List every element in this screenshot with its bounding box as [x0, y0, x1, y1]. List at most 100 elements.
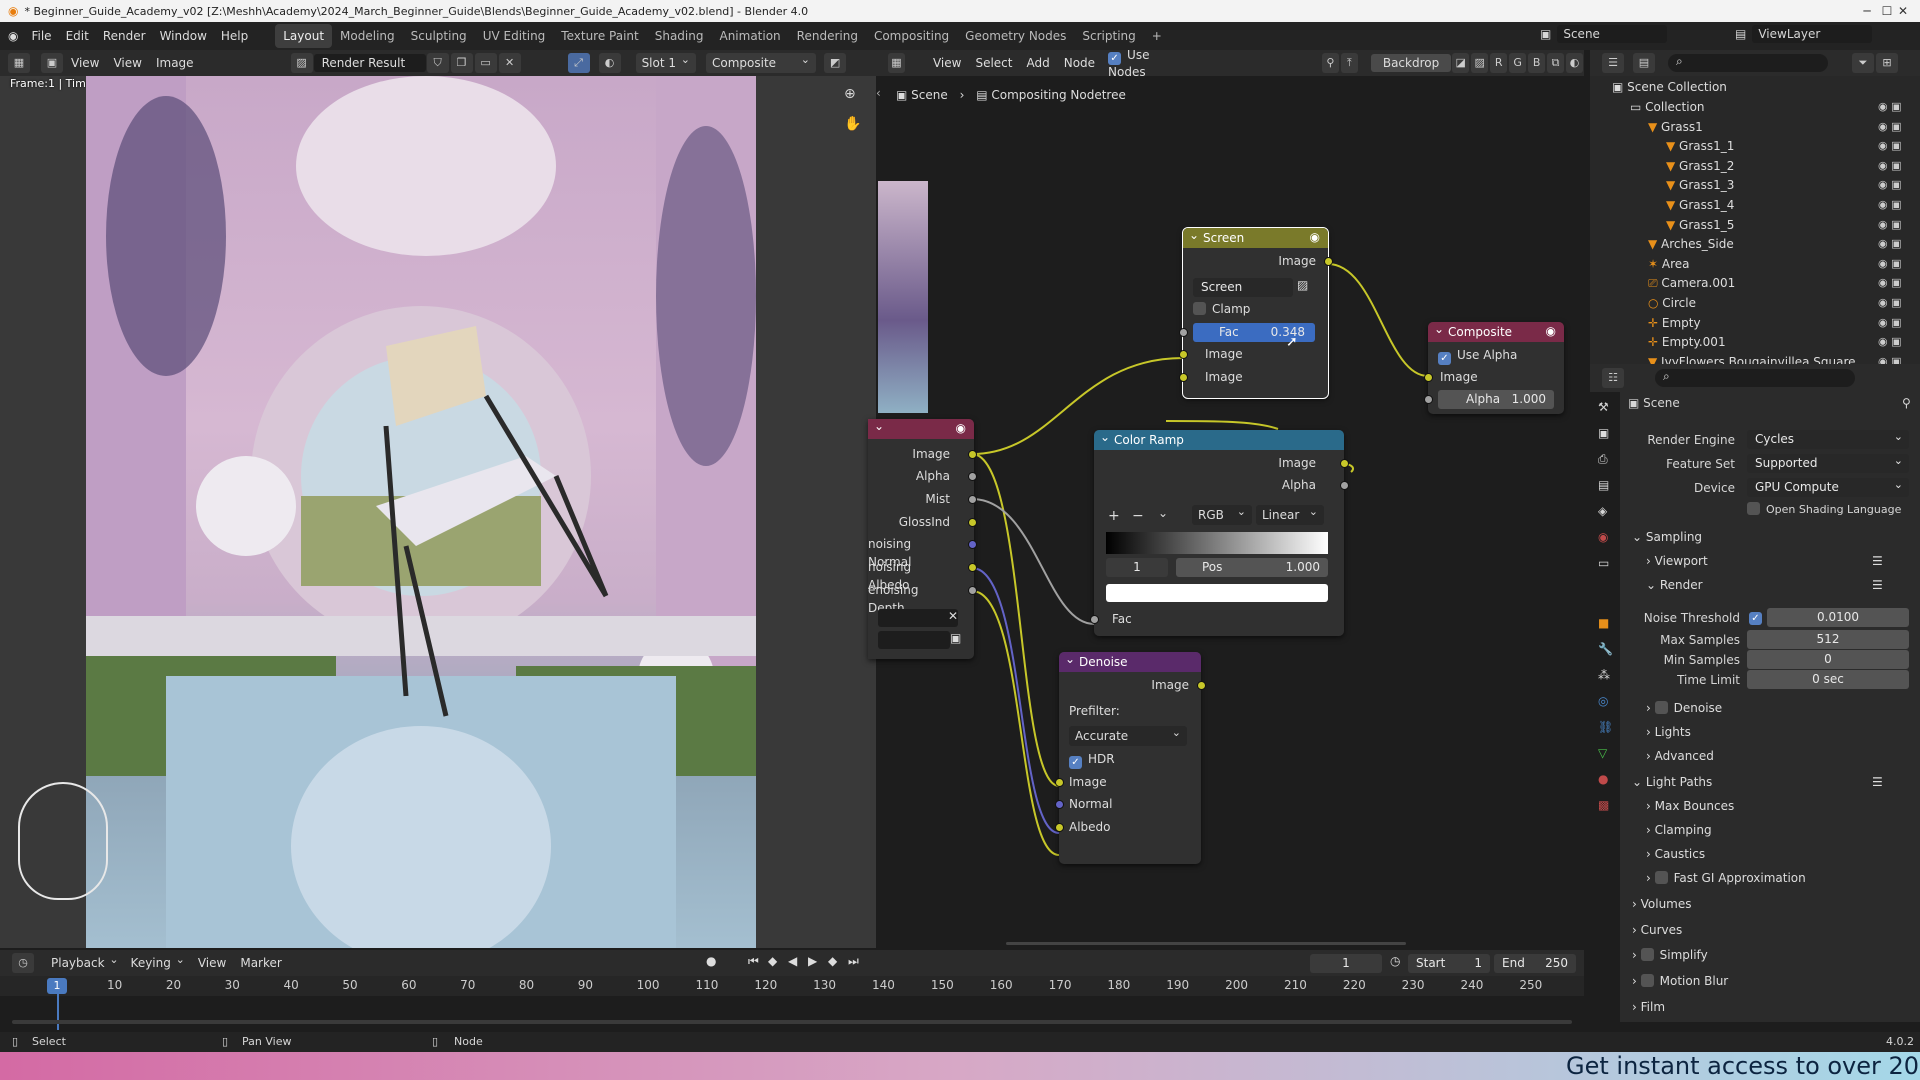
node-editor-scrollbar[interactable]: [1006, 942, 1406, 945]
visibility-eye-icon[interactable]: ◉ ▣: [1878, 257, 1902, 270]
socket[interactable]: [968, 540, 977, 549]
light-paths-panel[interactable]: ⌄ Light Paths: [1632, 775, 1712, 789]
socket[interactable]: [1324, 257, 1333, 266]
playback-menu[interactable]: Playback: [45, 950, 125, 973]
outliner-item[interactable]: ▭ Collection: [1630, 98, 1705, 116]
visibility-eye-icon[interactable]: ◉ ▣: [1878, 100, 1902, 113]
data-tab-icon[interactable]: ▽: [1598, 746, 1607, 760]
denoise-subpanel[interactable]: › Denoise: [1646, 701, 1722, 715]
node-editor-canvas[interactable]: ▣ Scene › ▤ Compositing Nodetree ‹ ◉ Ima…: [868, 76, 1584, 948]
tab-animation[interactable]: Animation: [711, 24, 788, 48]
outliner-item[interactable]: ▼ Grass1_1: [1666, 137, 1734, 155]
socket[interactable]: [968, 495, 977, 504]
clamping-subpanel[interactable]: › Clamping: [1646, 823, 1712, 837]
list-icon[interactable]: ☰: [1872, 554, 1883, 568]
list-icon[interactable]: ☰: [1872, 775, 1883, 789]
folder-icon[interactable]: ▭: [474, 53, 497, 73]
visibility-eye-icon[interactable]: ◉ ▣: [1878, 159, 1902, 172]
timeline-scrollbar[interactable]: [12, 1020, 1572, 1024]
visibility-eye-icon[interactable]: ◉ ▣: [1878, 335, 1902, 348]
socket[interactable]: [1197, 681, 1206, 690]
tab-sculpting[interactable]: Sculpting: [403, 24, 475, 48]
jump-end-icon[interactable]: ⏭: [848, 954, 859, 969]
render-subpanel[interactable]: ⌄ Render: [1646, 578, 1703, 592]
socket[interactable]: [968, 450, 977, 459]
noise-threshold-checkbox[interactable]: ✓: [1749, 612, 1762, 625]
channel-b[interactable]: B: [1528, 53, 1546, 73]
timeline-view-menu[interactable]: View: [191, 950, 233, 976]
socket[interactable]: [1179, 328, 1188, 337]
tab-texture-paint[interactable]: Texture Paint: [553, 24, 646, 48]
tab-scripting[interactable]: Scripting: [1074, 24, 1143, 48]
socket[interactable]: [1090, 615, 1099, 624]
frame-ruler[interactable]: 1102030405060708090100110120130140150160…: [0, 976, 1584, 996]
menu-view[interactable]: View: [64, 50, 106, 76]
caustics-subpanel[interactable]: › Caustics: [1646, 847, 1705, 861]
rl-layer-icon[interactable]: ▣: [950, 631, 961, 645]
play-icon[interactable]: ▶: [808, 954, 817, 968]
backdrop-alpha-icon[interactable]: ◪: [1452, 53, 1470, 73]
scene-tab-icon[interactable]: ◈: [1598, 504, 1607, 518]
sample-icon[interactable]: ⤢: [567, 53, 590, 73]
fast-gi-subpanel[interactable]: › Fast GI Approximation: [1646, 871, 1806, 885]
pass-dropdown[interactable]: Composite: [706, 50, 817, 73]
socket[interactable]: [1179, 373, 1188, 382]
socket[interactable]: [1055, 778, 1064, 787]
slot-dropdown[interactable]: Slot 1: [635, 50, 697, 73]
pin-properties-icon[interactable]: ⚲: [1902, 396, 1911, 410]
menu-view-2[interactable]: View: [106, 50, 148, 76]
tab-shading[interactable]: Shading: [647, 24, 712, 48]
physics-tab-icon[interactable]: ◎: [1598, 694, 1608, 708]
rl-layer-field[interactable]: [878, 631, 950, 649]
tab-modeling[interactable]: Modeling: [332, 24, 403, 48]
rl-scene-field[interactable]: [878, 609, 958, 627]
socket[interactable]: [1424, 395, 1433, 404]
clamp-checkbox[interactable]: Clamp: [1193, 300, 1250, 318]
outliner-item[interactable]: ⎚ Camera.001: [1648, 274, 1735, 292]
hdr-checkbox[interactable]: ✓ HDR: [1069, 750, 1115, 769]
device-dropdown[interactable]: GPU Compute: [1747, 475, 1909, 497]
play-reverse-icon[interactable]: ◀: [788, 954, 797, 968]
visibility-eye-icon[interactable]: ◉ ▣: [1878, 316, 1902, 329]
menu-render[interactable]: Render: [96, 22, 153, 50]
tab-geometry-nodes[interactable]: Geometry Nodes: [957, 24, 1074, 48]
blend-icon[interactable]: ▨: [1297, 278, 1308, 292]
denoise-node[interactable]: Denoise Image Prefilter: Accurate ✓ HDR I…: [1055, 649, 1206, 864]
menu-image[interactable]: Image: [149, 50, 201, 76]
texture-tab-icon[interactable]: ▩: [1598, 798, 1609, 812]
blend-mode-dropdown[interactable]: Screen: [1193, 278, 1293, 297]
output-tab-icon[interactable]: ⎙: [1598, 452, 1608, 467]
prev-key-icon[interactable]: ◆: [768, 954, 777, 968]
outliner-type-icon[interactable]: ☰: [1602, 53, 1624, 73]
duplicate-icon[interactable]: ❐: [450, 53, 473, 73]
screen-node-header[interactable]: Screen: [1183, 225, 1328, 248]
start-frame-field[interactable]: Start 1: [1408, 954, 1490, 973]
advanced-subpanel[interactable]: › Advanced: [1646, 749, 1714, 763]
tab-uv-editing[interactable]: UV Editing: [475, 24, 554, 48]
tab-layout[interactable]: Layout: [275, 24, 333, 48]
viewlayer-name[interactable]: ViewLayer: [1752, 25, 1873, 43]
unlink-icon[interactable]: ✕: [498, 53, 521, 73]
scene-name[interactable]: Scene: [1557, 25, 1668, 43]
properties-search[interactable]: ⌕: [1655, 369, 1855, 387]
tab-compositing[interactable]: Compositing: [866, 24, 957, 48]
tool-tab-icon[interactable]: ⚒: [1598, 400, 1609, 414]
visibility-eye-icon[interactable]: ◉ ▣: [1878, 198, 1902, 211]
zoom-icon[interactable]: ⊕: [844, 86, 856, 102]
sampling-panel[interactable]: ⌄ Sampling: [1632, 530, 1702, 544]
pin-icon[interactable]: ⚲: [1321, 53, 1339, 73]
socket[interactable]: [968, 586, 977, 595]
outliner-root[interactable]: ▣ Scene Collection: [1612, 78, 1727, 96]
socket[interactable]: [1179, 350, 1188, 359]
ramp-interpolation[interactable]: Linear: [1256, 502, 1324, 525]
channel-g[interactable]: G: [1509, 53, 1527, 73]
node-menu-view[interactable]: View: [926, 50, 968, 76]
snap-icon[interactable]: ⧉: [1547, 53, 1565, 73]
playhead[interactable]: 1: [47, 978, 67, 994]
scene-selector[interactable]: ▣ Scene: [1540, 25, 1668, 43]
color-ramp-gradient[interactable]: [1106, 532, 1328, 554]
socket[interactable]: [968, 472, 977, 481]
use-nodes-checkbox[interactable]: ✓ Use Nodes: [1108, 48, 1172, 79]
ramp-stop-index[interactable]: 1: [1106, 558, 1168, 577]
blender-menu-icon[interactable]: ◉: [8, 29, 18, 43]
